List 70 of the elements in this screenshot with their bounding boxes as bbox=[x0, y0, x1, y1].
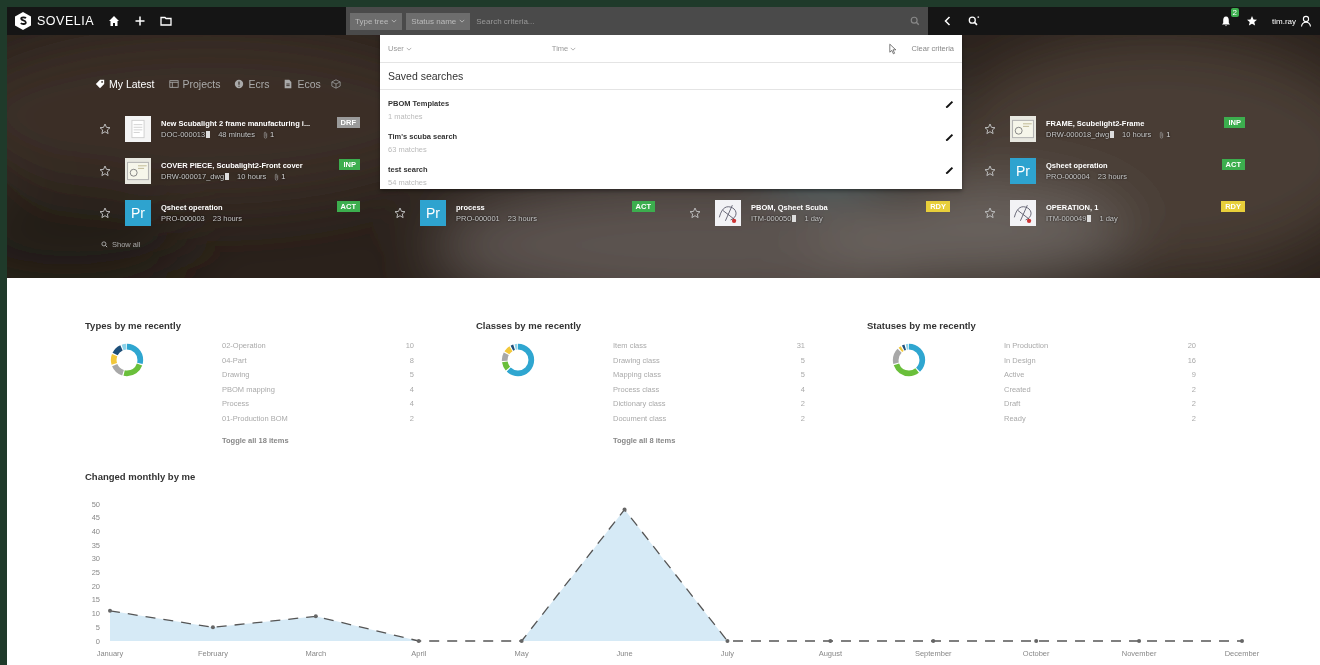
saved-searches-heading: Saved searches bbox=[380, 63, 962, 90]
cube-icon[interactable] bbox=[330, 79, 341, 89]
data-point bbox=[622, 507, 627, 512]
file-type-tile: Pr bbox=[420, 200, 446, 226]
user-icon[interactable] bbox=[1300, 15, 1312, 27]
star-outline-icon[interactable] bbox=[984, 165, 996, 177]
donut-chart-drawing bbox=[890, 341, 928, 379]
search-icon[interactable] bbox=[910, 16, 920, 26]
logo-icon bbox=[13, 11, 33, 31]
edit-icon[interactable] bbox=[945, 133, 954, 142]
sketch-thumbnail bbox=[1010, 200, 1036, 226]
tab[interactable]: Ecos bbox=[283, 78, 321, 90]
tag-icon bbox=[95, 79, 105, 89]
alert-icon bbox=[234, 79, 245, 89]
star-outline-icon[interactable] bbox=[394, 207, 406, 219]
document-thumbnail bbox=[125, 116, 151, 142]
summary-title: Classes by me recently bbox=[476, 320, 583, 331]
tab[interactable]: Projects bbox=[168, 78, 221, 90]
folder-icon[interactable] bbox=[160, 15, 172, 27]
data-point bbox=[210, 624, 215, 629]
star-outline-icon[interactable] bbox=[99, 165, 111, 177]
star-outline-icon[interactable] bbox=[984, 123, 996, 135]
data-point bbox=[1137, 638, 1142, 643]
summary-title: Types by me recently bbox=[85, 320, 182, 331]
star-outline-icon[interactable] bbox=[984, 207, 996, 219]
star-outline-icon[interactable] bbox=[99, 207, 111, 219]
notification-badge: 2 bbox=[1230, 8, 1239, 17]
data-point bbox=[519, 638, 524, 643]
plus-icon[interactable] bbox=[134, 15, 146, 27]
donut-chart-drawing bbox=[499, 341, 537, 379]
tab[interactable]: My Latest bbox=[95, 78, 155, 90]
file-type-tile: Pr bbox=[1010, 158, 1036, 184]
bell-icon[interactable] bbox=[1220, 15, 1232, 27]
user-name[interactable]: tim.ray bbox=[1272, 16, 1296, 26]
drawing-thumbnail bbox=[125, 158, 151, 184]
search-icon bbox=[101, 241, 108, 248]
data-point bbox=[725, 638, 730, 643]
home-icon[interactable] bbox=[108, 15, 120, 27]
search-input[interactable]: Search criteria... bbox=[474, 15, 910, 27]
data-point bbox=[313, 613, 318, 618]
data-point bbox=[931, 638, 936, 643]
caret-icon bbox=[391, 19, 398, 23]
file-type-tile: Pr bbox=[125, 200, 151, 226]
advanced-search-icon[interactable] bbox=[968, 15, 980, 27]
sketch-thumbnail bbox=[715, 200, 741, 226]
document-icon bbox=[283, 79, 294, 89]
data-point bbox=[1240, 638, 1244, 643]
donut-chart-drawing bbox=[108, 341, 146, 379]
summary-title: Statuses by me recently bbox=[867, 320, 977, 331]
paperclip-icon bbox=[262, 130, 268, 139]
brand-name: SOVELIA bbox=[37, 14, 94, 28]
paperclip-icon bbox=[274, 172, 280, 181]
mouse-cursor-icon bbox=[889, 42, 898, 55]
tab[interactable]: Ecrs bbox=[234, 78, 270, 90]
star-icon[interactable] bbox=[1246, 15, 1258, 27]
paperclip-icon bbox=[1159, 130, 1165, 139]
caret-icon bbox=[570, 46, 577, 51]
star-outline-icon[interactable] bbox=[689, 207, 701, 219]
chart-title: Changed monthly by me bbox=[85, 470, 197, 482]
drawing-thumbnail bbox=[1010, 116, 1036, 142]
data-point bbox=[108, 608, 112, 613]
caret-icon bbox=[405, 46, 412, 51]
edit-icon[interactable] bbox=[945, 100, 954, 109]
data-point bbox=[1034, 638, 1039, 643]
window-icon bbox=[168, 79, 179, 89]
caret-icon bbox=[459, 19, 466, 23]
data-point bbox=[828, 638, 833, 643]
star-outline-icon[interactable] bbox=[99, 123, 111, 135]
search-field[interactable]: Search criteria... bbox=[474, 7, 928, 35]
data-point bbox=[416, 638, 421, 643]
